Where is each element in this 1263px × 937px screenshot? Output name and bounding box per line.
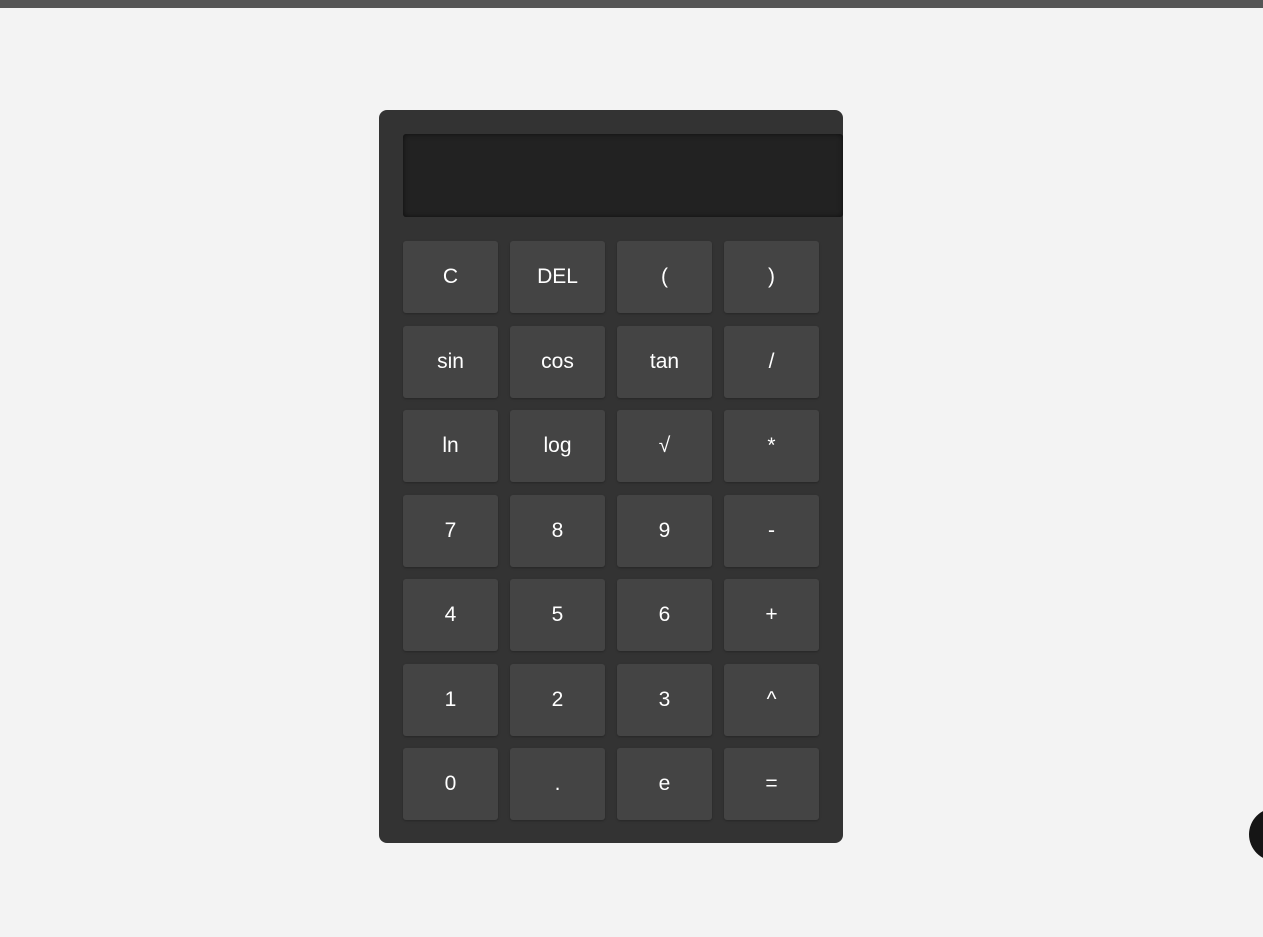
close-paren-button[interactable]: ) — [724, 241, 819, 313]
sin-button[interactable]: sin — [403, 325, 498, 398]
log-button[interactable]: log — [510, 410, 605, 482]
digit-1-button[interactable]: 1 — [403, 663, 498, 736]
keypad: C DEL() sin cos tan / ln log √ * 7 8 9- 4 5 6 +1 2 3 ^ 0. e = — [403, 241, 819, 820]
digit-5-button[interactable]: 5 — [510, 579, 605, 651]
delete-button[interactable]: DEL — [510, 241, 605, 313]
subtract-button[interactable]: - — [724, 494, 819, 567]
open-paren-button[interactable]: ( — [617, 241, 712, 313]
divide-button[interactable]: / — [724, 325, 819, 398]
add-button[interactable]: + — [724, 579, 819, 651]
floating-action-button[interactable] — [1249, 808, 1263, 861]
digit-3-button[interactable]: 3 — [617, 663, 712, 736]
digit-2-button[interactable]: 2 — [510, 663, 605, 736]
top-bar — [0, 0, 1263, 8]
calculator: C DEL() sin cos tan / ln log √ * 7 8 9- 4 5 6 +1 2 3 ^ 0. e = — [379, 110, 843, 843]
calculator-display — [403, 134, 843, 217]
digit-9-button[interactable]: 9 — [617, 494, 712, 567]
digit-0-button[interactable]: 0 — [403, 748, 498, 820]
power-button[interactable]: ^ — [724, 663, 819, 736]
tan-button[interactable]: tan — [617, 325, 712, 398]
digit-8-button[interactable]: 8 — [510, 494, 605, 567]
digit-6-button[interactable]: 6 — [617, 579, 712, 651]
cos-button[interactable]: cos — [510, 325, 605, 398]
digit-4-button[interactable]: 4 — [403, 579, 498, 651]
multiply-button[interactable]: * — [724, 410, 819, 482]
sqrt-button[interactable]: √ — [617, 410, 712, 482]
digit-7-button[interactable]: 7 — [403, 494, 498, 567]
clear-button[interactable]: C — [403, 241, 498, 313]
equals-button[interactable]: = — [724, 748, 819, 820]
decimal-button[interactable]: . — [510, 748, 605, 820]
ln-button[interactable]: ln — [403, 410, 498, 482]
euler-button[interactable]: e — [617, 748, 712, 820]
